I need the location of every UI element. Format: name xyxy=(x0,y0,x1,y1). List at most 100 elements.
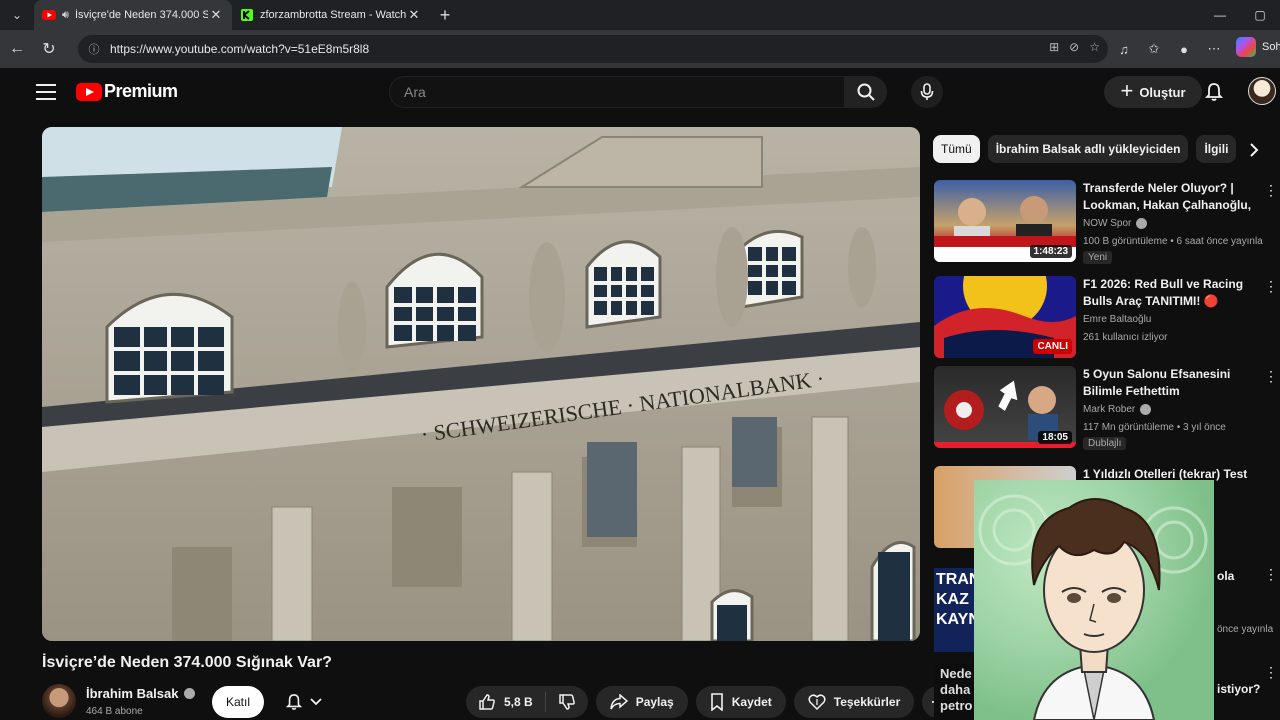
reload-icon[interactable]: ↻ xyxy=(34,34,64,64)
thumbs-up-icon xyxy=(479,694,495,710)
video-player[interactable]: · SCHWEIZERISCHE · NATIONALBANK · xyxy=(42,127,920,641)
thanks-button[interactable]: Teşekkürler xyxy=(793,686,915,718)
share-arrow-icon xyxy=(609,694,628,710)
tab-title: İsviçre'de Neden 374.000 Sığı xyxy=(74,9,208,21)
apps-icon[interactable]: ⊞ xyxy=(1049,40,1059,54)
recommended-video[interactable]: 18:05 5 Oyun Salonu Efsanesini Bilimle F… xyxy=(934,366,1280,450)
window-controls: — ▢ xyxy=(1200,0,1280,30)
address-bar[interactable]: ⓘ https://www.youtube.com/watch?v=51eE8m… xyxy=(78,35,1108,63)
recommended-video[interactable]: CANLI F1 2026: Red Bull ve Racing Bulls … xyxy=(934,276,1280,360)
partial-thumbnail-text: Nede daha petro xyxy=(940,666,973,713)
channel-name[interactable]: İbrahim Balsak xyxy=(86,686,195,701)
close-tab-icon[interactable]: ✕ xyxy=(406,7,422,23)
voice-search-button[interactable] xyxy=(911,76,943,108)
minimize-icon[interactable]: — xyxy=(1200,0,1240,30)
video-frame-building: · SCHWEIZERISCHE · NATIONALBANK · xyxy=(42,127,920,641)
partial-thumbnail[interactable]: Nede daha petro xyxy=(934,664,974,720)
speaker-icon[interactable]: 🔊︎ xyxy=(62,9,69,22)
chip-all[interactable]: Tümü xyxy=(933,135,980,163)
browser-tab-strip: ⌄ 🔊︎ İsviçre'de Neden 374.000 Sığı ✕ zfo… xyxy=(0,0,1280,30)
save-button[interactable]: Kaydet xyxy=(695,686,786,718)
copilot-label: Soh xyxy=(1262,41,1280,53)
more-vertical-icon[interactable]: ⋮ xyxy=(1264,278,1278,295)
search-placeholder: Ara xyxy=(404,84,426,100)
bell-icon xyxy=(286,694,302,710)
dislike-button[interactable] xyxy=(546,693,588,711)
video-thumbnail[interactable]: 1:48:23 xyxy=(934,180,1076,262)
youtube-premium-logo[interactable]: Premium xyxy=(76,81,178,102)
recommended-video[interactable]: 1:48:23 Transferde Neler Oluyor? | Lookm… xyxy=(934,180,1280,264)
partial-thumbnail[interactable]: TRANS KAZ KAYN xyxy=(934,568,974,652)
recommended-channel[interactable]: Emre Baltaoğlu xyxy=(1083,314,1151,325)
youtube-play-icon xyxy=(76,82,102,101)
dubbed-badge: Dublajlı xyxy=(1083,437,1127,450)
create-button[interactable]: + Oluştur xyxy=(1104,76,1202,108)
verified-check-icon xyxy=(1140,404,1152,415)
maximize-icon[interactable]: ▢ xyxy=(1240,0,1280,30)
chip-related[interactable]: İlgili xyxy=(1196,135,1237,163)
youtube-favicon-icon xyxy=(42,10,56,20)
more-menu-icon[interactable]: ⋯ xyxy=(1202,34,1226,64)
brand-label: Premium xyxy=(104,81,178,101)
account-avatar[interactable] xyxy=(1248,77,1276,105)
cartoon-character-image xyxy=(978,494,1208,720)
recommended-channel[interactable]: NOW Spor xyxy=(1083,218,1148,229)
partial-title-fragment: ola xyxy=(1217,569,1235,583)
video-actions: 5,8 B Paylaş Kaydet Teşekkürler ⋯ xyxy=(466,686,955,718)
video-thumbnail[interactable]: 18:05 xyxy=(934,366,1076,448)
like-dislike-group: 5,8 B xyxy=(466,686,588,718)
recommended-title[interactable]: F1 2026: Red Bull ve Racing Bulls Araç T… xyxy=(1083,276,1259,310)
recommended-meta: 100 B görüntüleme • 6 saat önce yayınla xyxy=(1083,236,1263,247)
menu-hamburger-icon[interactable] xyxy=(36,82,56,102)
back-arrow-icon[interactable]: ← xyxy=(2,34,32,64)
channel-name-text: İbrahim Balsak xyxy=(86,686,179,701)
chips-next-chevron-icon[interactable] xyxy=(1244,140,1264,160)
verified-check-icon xyxy=(183,688,195,699)
search-input[interactable]: Ara xyxy=(389,76,845,108)
tab-youtube[interactable]: 🔊︎ İsviçre'de Neden 374.000 Sığı ✕ xyxy=(34,0,232,30)
copilot-icon xyxy=(1236,37,1256,57)
chip-from-uploader[interactable]: İbrahim Balsak adlı yükleyiciden xyxy=(987,135,1189,163)
url-text: https://www.youtube.com/watch?v=51eE8m5r… xyxy=(110,42,370,56)
recommended-title[interactable]: 5 Oyun Salonu Efsanesini Bilimle Fethett… xyxy=(1083,366,1259,400)
share-button[interactable]: Paylaş xyxy=(595,686,688,718)
tab-kick[interactable]: zforzambrotta Stream - Watch Live ✕ xyxy=(232,0,430,30)
site-info-icon[interactable]: ⓘ xyxy=(86,41,102,57)
toolbar-icons: ♫ ✩ ● ⋯ xyxy=(1112,34,1226,64)
extensions-icon[interactable]: ♫ xyxy=(1112,34,1136,64)
new-badge: Yeni xyxy=(1083,251,1113,264)
partial-meta-fragment: önce yayınla xyxy=(1217,624,1274,635)
like-button[interactable]: 5,8 B xyxy=(466,692,546,712)
new-tab-button[interactable]: + xyxy=(430,5,460,26)
favorites-icon[interactable]: ✩ xyxy=(1142,34,1166,64)
microphone-icon xyxy=(920,83,934,100)
create-label: Oluştur xyxy=(1139,84,1186,100)
favorite-star-icon[interactable]: ☆ xyxy=(1089,40,1100,54)
subscriber-count: 464 B abone xyxy=(86,706,143,717)
profile-icon[interactable]: ● xyxy=(1172,34,1196,64)
partial-title-fragment: istiyor? xyxy=(1217,682,1261,696)
chevron-down-icon xyxy=(310,698,322,706)
tab-search-chevron-icon[interactable]: ⌄ xyxy=(0,0,34,30)
more-vertical-icon[interactable]: ⋮ xyxy=(1264,368,1278,385)
notifications-bell-icon[interactable] xyxy=(1202,80,1226,104)
tab-title: zforzambrotta Stream - Watch Live xyxy=(260,9,406,21)
recommended-channel[interactable]: Mark Rober xyxy=(1083,404,1152,415)
subscription-bell-button[interactable] xyxy=(276,686,332,718)
heart-dollar-icon xyxy=(808,694,826,711)
channel-avatar[interactable] xyxy=(42,684,76,718)
recommended-title[interactable]: Transferde Neler Oluyor? | Lookman, Haka… xyxy=(1083,180,1259,214)
more-vertical-icon[interactable]: ⋮ xyxy=(1264,182,1278,199)
copilot-button[interactable]: Soh xyxy=(1236,37,1280,57)
streamer-avatar-overlay xyxy=(974,480,1214,720)
video-thumbnail[interactable]: CANLI xyxy=(934,276,1076,358)
share-label: Paylaş xyxy=(635,695,674,709)
live-badge: CANLI xyxy=(1033,339,1072,354)
more-vertical-icon[interactable]: ⋮ xyxy=(1264,664,1278,681)
tracking-icon[interactable]: ⊘ xyxy=(1069,40,1079,54)
join-button[interactable]: Katıl xyxy=(212,686,264,718)
close-tab-icon[interactable]: ✕ xyxy=(208,7,224,23)
search-button[interactable] xyxy=(845,76,887,108)
more-vertical-icon[interactable]: ⋮ xyxy=(1264,566,1278,583)
thanks-label: Teşekkürler xyxy=(833,695,901,709)
